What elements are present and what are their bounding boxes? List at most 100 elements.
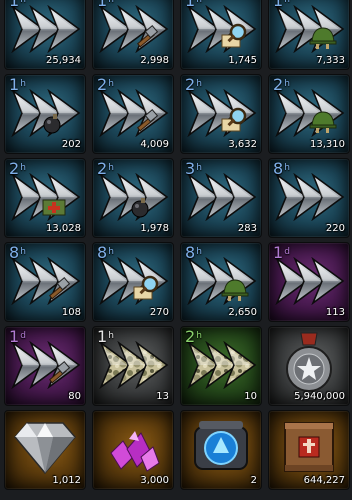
quantity-label: 108 [61,307,81,318]
duration-value: 1 [273,0,284,10]
duration-label: 8h [97,245,114,261]
inventory-slot[interactable]: 2h 4,009 [92,74,174,154]
quantity-label: 13,310 [310,139,345,150]
duration-unit: h [196,0,202,5]
inventory-slot[interactable]: 1h 1,745 [180,0,262,70]
helmet-icon [309,27,337,49]
inventory-grid: 1h 25,934 1h 2,998 1h 1,745 1h 7,333 1h … [4,0,350,490]
quantity-label: 1,012 [52,475,81,486]
quantity-label: 113 [325,307,345,318]
duration-unit: d [20,331,26,341]
duration-label: 8h [185,245,202,261]
bomb-icon [131,198,149,218]
quantity-label: 3,000 [140,475,169,486]
inventory-slot[interactable]: 2h 1,978 [92,158,174,238]
camo-speedup-icon [99,341,169,389]
inventory-slot[interactable]: 5,940,000 [268,326,350,406]
duration-unit: h [196,331,202,341]
duration-value: 1 [185,0,196,10]
inventory-slot[interactable]: 1,012 [4,410,86,490]
duration-value: 2 [185,75,196,94]
inventory-slot[interactable]: 8h 108 [4,242,86,322]
speedup-icon [187,173,257,221]
duration-value: 2 [9,159,20,178]
inventory-slot[interactable]: 8h 220 [268,158,350,238]
duration-label: 1h [9,77,26,93]
duration-value: 1 [97,327,108,346]
inventory-slot[interactable]: 2h 13,028 [4,158,86,238]
duration-label: 1h [185,0,202,9]
duration-label: 1d [9,329,26,345]
quantity-label: 283 [237,223,257,234]
hammer-icon [136,109,159,132]
duration-value: 8 [273,159,284,178]
quantity-label: 3,632 [228,139,257,150]
quantity-label: 202 [61,139,81,150]
duration-value: 2 [97,159,108,178]
duration-unit: h [108,331,114,341]
quantity-label: 1,978 [140,223,169,234]
inventory-slot[interactable]: 644,227 [268,410,350,490]
inventory-slot[interactable]: 2h 13,310 [268,74,350,154]
bomb-icon [43,114,61,134]
inventory-slot[interactable]: 1h 25,934 [4,0,86,70]
duration-label: 1h [273,0,290,9]
inventory-slot[interactable]: 1d 113 [268,242,350,322]
duration-value: 8 [9,243,20,262]
duration-unit: h [284,163,290,173]
speedup-icon [275,173,345,221]
magnifier-map-icon [221,23,247,48]
quantity-label: 80 [68,391,81,402]
quantity-label: 13 [156,391,169,402]
crystals-icon [110,431,160,472]
device-icon [194,421,248,470]
duration-unit: h [284,79,290,89]
medkit-icon [42,199,66,216]
quantity-label: 7,333 [316,55,345,66]
duration-label: 2h [97,77,114,93]
inventory-slot[interactable]: 3,000 [92,410,174,490]
crate-icon [284,422,334,472]
duration-unit: h [196,79,202,89]
hammer-icon [136,25,159,48]
quantity-label: 270 [149,307,169,318]
inventory-slot[interactable]: 1h 7,333 [268,0,350,70]
magnifier-map-icon [221,107,247,132]
duration-unit: h [196,163,202,173]
duration-value: 1 [9,75,20,94]
duration-label: 2h [185,77,202,93]
quantity-label: 13,028 [46,223,81,234]
duration-label: 1h [97,0,114,9]
inventory-slot[interactable]: 8h 270 [92,242,174,322]
duration-unit: h [20,79,26,89]
duration-unit: h [108,247,114,257]
quantity-label: 644,227 [303,475,345,486]
magnifier-map-icon [133,275,159,300]
inventory-slot[interactable]: 1d 80 [4,326,86,406]
medal-icon [286,332,332,392]
inventory-slot[interactable]: 3h 283 [180,158,262,238]
inventory-slot[interactable]: 1h 202 [4,74,86,154]
inventory-slot[interactable]: 8h 2,650 [180,242,262,322]
duration-label: 2h [9,161,26,177]
duration-unit: d [284,247,290,257]
duration-label: 2h [273,77,290,93]
duration-label: 1h [97,329,114,345]
duration-unit: h [108,163,114,173]
duration-value: 2 [273,75,284,94]
inventory-slot[interactable]: 2h 3,632 [180,74,262,154]
duration-unit: h [108,0,114,5]
inventory-slot[interactable]: 1h 13 [92,326,174,406]
quantity-label: 1,745 [228,55,257,66]
duration-value: 1 [9,0,20,10]
inventory-slot[interactable]: 1h 2,998 [92,0,174,70]
duration-value: 8 [185,243,196,262]
duration-label: 8h [9,245,26,261]
hammer-icon [48,361,71,384]
quantity-label: 2,650 [228,307,257,318]
inventory-slot[interactable]: 2 [180,410,262,490]
duration-unit: h [20,247,26,257]
duration-value: 1 [97,0,108,10]
inventory-slot[interactable]: 2h 10 [180,326,262,406]
duration-unit: h [196,247,202,257]
